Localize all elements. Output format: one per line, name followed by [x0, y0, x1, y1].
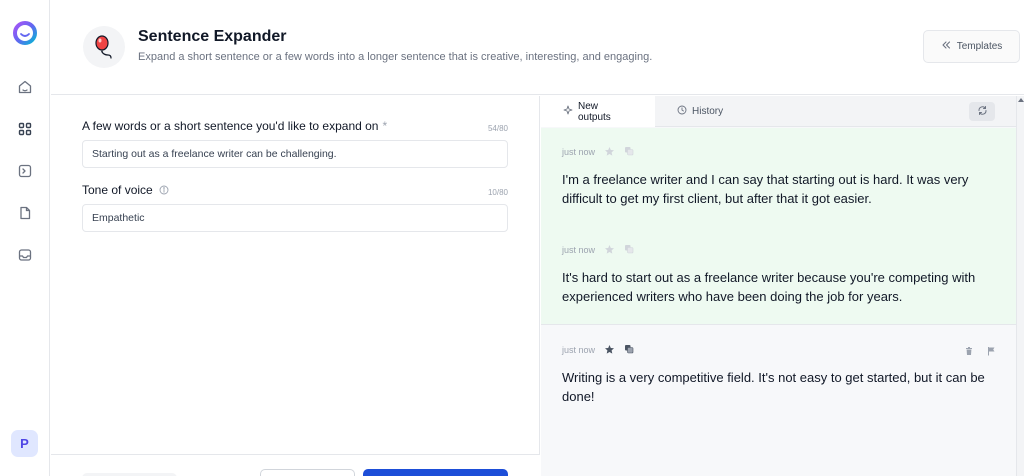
output-timestamp: just now: [562, 345, 596, 355]
clock-icon: [677, 105, 687, 118]
trash-icon[interactable]: [964, 343, 974, 361]
output-text: Writing is a very competitive field. It'…: [562, 370, 985, 404]
expand-input-label: A few words or a short sentence you'd li…: [82, 119, 388, 133]
tone-input[interactable]: Empathetic: [82, 204, 508, 232]
output-card: just now I'm a freelance writer and I ca…: [541, 128, 1016, 226]
scrollbar[interactable]: [1016, 96, 1024, 476]
form-panel: A few words or a short sentence you'd li…: [51, 96, 540, 476]
tab-new-outputs[interactable]: New outputs: [541, 96, 655, 127]
refresh-icon: [977, 103, 988, 121]
flag-icon[interactable]: [986, 343, 996, 361]
output-timestamp: just now: [562, 245, 596, 255]
required-marker: *: [382, 119, 388, 133]
terminal-icon[interactable]: [17, 163, 33, 179]
user-avatar[interactable]: P: [11, 430, 38, 457]
info-icon[interactable]: [159, 184, 169, 198]
copy-icon[interactable]: [624, 146, 634, 158]
grid-icon[interactable]: [17, 121, 33, 137]
app-logo-icon[interactable]: [12, 20, 38, 46]
output-text: I'm a freelance writer and I can say tha…: [562, 172, 969, 206]
document-icon[interactable]: [17, 205, 33, 221]
sparkle-icon: [563, 105, 573, 118]
output-meta: just now: [562, 243, 634, 257]
star-icon[interactable]: [604, 244, 615, 257]
output-card: just now It's hard to start out as a fre…: [541, 226, 1016, 324]
templates-button[interactable]: Templates: [923, 30, 1020, 63]
output-meta: just now: [562, 343, 634, 357]
templates-button-label: Templates: [956, 41, 1003, 52]
scroll-up-icon[interactable]: [1018, 98, 1024, 102]
form-action-bar: [51, 454, 540, 476]
tone-input-label: Tone of voice: [82, 183, 169, 198]
outputs-panel: New outputs History just now I'm a freel…: [541, 96, 1016, 476]
expand-input[interactable]: Starting out as a freelance writer can b…: [82, 140, 508, 168]
output-tabs: New outputs History: [541, 96, 1016, 127]
sidebar: P: [0, 0, 50, 476]
tab-history[interactable]: History: [655, 96, 745, 127]
copy-icon[interactable]: [624, 244, 634, 256]
expand-input-counter: 54/80: [487, 124, 508, 133]
copy-icon[interactable]: [624, 344, 634, 356]
secondary-action-button[interactable]: [260, 469, 355, 476]
page-title: Sentence Expander: [138, 28, 287, 45]
chevrons-left-icon: [941, 40, 951, 53]
output-meta: just now: [562, 145, 634, 159]
page-subtitle: Expand a short sentence or a few words i…: [138, 51, 653, 63]
tone-input-counter: 10/80: [487, 188, 508, 197]
inbox-icon[interactable]: [17, 247, 33, 263]
home-icon[interactable]: [17, 79, 33, 95]
balloon-icon: [83, 26, 125, 68]
output-text: It's hard to start out as a freelance wr…: [562, 270, 976, 304]
refresh-button[interactable]: [969, 102, 995, 121]
output-card: just now Writing is a very competitive f…: [541, 324, 1016, 476]
star-icon[interactable]: [604, 344, 615, 357]
star-icon[interactable]: [604, 146, 615, 159]
output-timestamp: just now: [562, 147, 596, 157]
generate-button[interactable]: [363, 469, 508, 476]
output-actions: [964, 343, 996, 361]
page-header: Sentence Expander Expand a short sentenc…: [51, 0, 1024, 95]
